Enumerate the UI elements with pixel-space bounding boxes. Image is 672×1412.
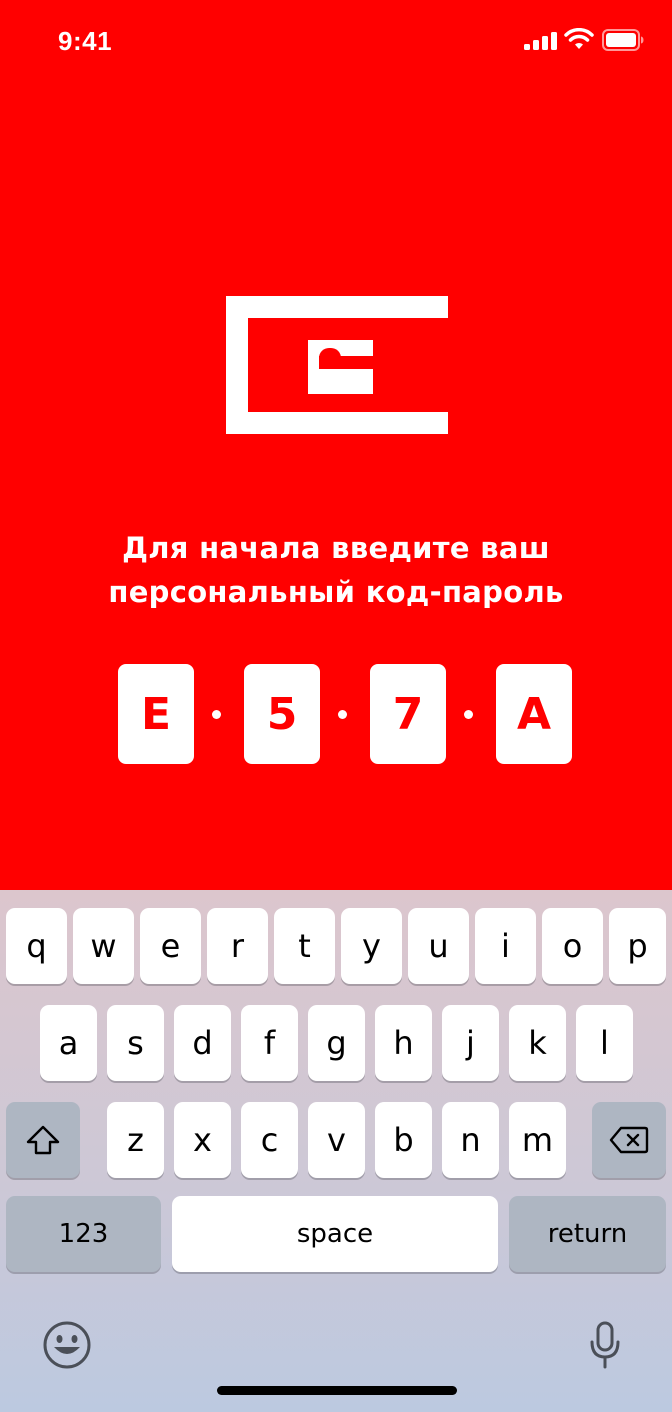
key-s[interactable]: s bbox=[107, 1005, 164, 1081]
numbers-key[interactable]: 123 bbox=[6, 1196, 161, 1272]
key-m[interactable]: m bbox=[509, 1102, 566, 1178]
key-j[interactable]: j bbox=[442, 1005, 499, 1081]
code-char-1[interactable]: E bbox=[118, 664, 194, 764]
logo-p-mark bbox=[308, 340, 373, 394]
key-v[interactable]: v bbox=[308, 1102, 365, 1178]
microphone-icon bbox=[590, 1321, 620, 1369]
app-logo bbox=[226, 296, 448, 434]
key-o[interactable]: o bbox=[542, 908, 603, 984]
return-key[interactable]: return bbox=[509, 1196, 666, 1272]
backspace-icon bbox=[609, 1126, 649, 1154]
emoji-icon bbox=[43, 1321, 91, 1369]
code-char-3[interactable]: 7 bbox=[370, 664, 446, 764]
key-l[interactable]: l bbox=[576, 1005, 633, 1081]
key-g[interactable]: g bbox=[308, 1005, 365, 1081]
status-time: 9:41 bbox=[58, 26, 113, 56]
code-char-2[interactable]: 5 bbox=[244, 664, 320, 764]
backspace-key[interactable] bbox=[592, 1102, 666, 1178]
passcode-prompt: Для начала введите ваш персональный код-… bbox=[60, 526, 612, 614]
code-separator-dot bbox=[212, 710, 221, 719]
key-p[interactable]: p bbox=[609, 908, 666, 984]
keyboard: q w e r t y u i o p a s d f g h j k l z … bbox=[0, 890, 672, 1412]
wifi-icon bbox=[564, 28, 594, 49]
shift-icon bbox=[26, 1125, 60, 1155]
key-f[interactable]: f bbox=[241, 1005, 298, 1081]
key-b[interactable]: b bbox=[375, 1102, 432, 1178]
key-x[interactable]: x bbox=[174, 1102, 231, 1178]
emoji-button[interactable] bbox=[40, 1318, 94, 1372]
code-separator-dot bbox=[338, 710, 347, 719]
code-separator-dot bbox=[464, 710, 473, 719]
cellular-signal-icon bbox=[524, 32, 557, 50]
dictation-button[interactable] bbox=[580, 1318, 630, 1372]
home-indicator[interactable] bbox=[217, 1386, 457, 1395]
key-z[interactable]: z bbox=[107, 1102, 164, 1178]
code-char-4[interactable]: A bbox=[496, 664, 572, 764]
key-w[interactable]: w bbox=[73, 908, 134, 984]
key-i[interactable]: i bbox=[475, 908, 536, 984]
key-a[interactable]: a bbox=[40, 1005, 97, 1081]
battery-icon bbox=[602, 29, 644, 51]
key-r[interactable]: r bbox=[207, 908, 268, 984]
key-k[interactable]: k bbox=[509, 1005, 566, 1081]
key-n[interactable]: n bbox=[442, 1102, 499, 1178]
key-c[interactable]: c bbox=[241, 1102, 298, 1178]
key-u[interactable]: u bbox=[408, 908, 469, 984]
key-d[interactable]: d bbox=[174, 1005, 231, 1081]
shift-key[interactable] bbox=[6, 1102, 80, 1178]
prompt-line-1: Для начала введите ваш bbox=[122, 531, 550, 565]
key-e[interactable]: e bbox=[140, 908, 201, 984]
key-t[interactable]: t bbox=[274, 908, 335, 984]
status-bar: 9:41 bbox=[0, 0, 672, 84]
key-y[interactable]: y bbox=[341, 908, 402, 984]
screen: 9:41 Для начала введите ваш персональный… bbox=[0, 0, 672, 1412]
key-q[interactable]: q bbox=[6, 908, 67, 984]
space-key[interactable]: space bbox=[172, 1196, 498, 1272]
key-h[interactable]: h bbox=[375, 1005, 432, 1081]
prompt-line-2: персональный код-пароль bbox=[108, 575, 564, 609]
